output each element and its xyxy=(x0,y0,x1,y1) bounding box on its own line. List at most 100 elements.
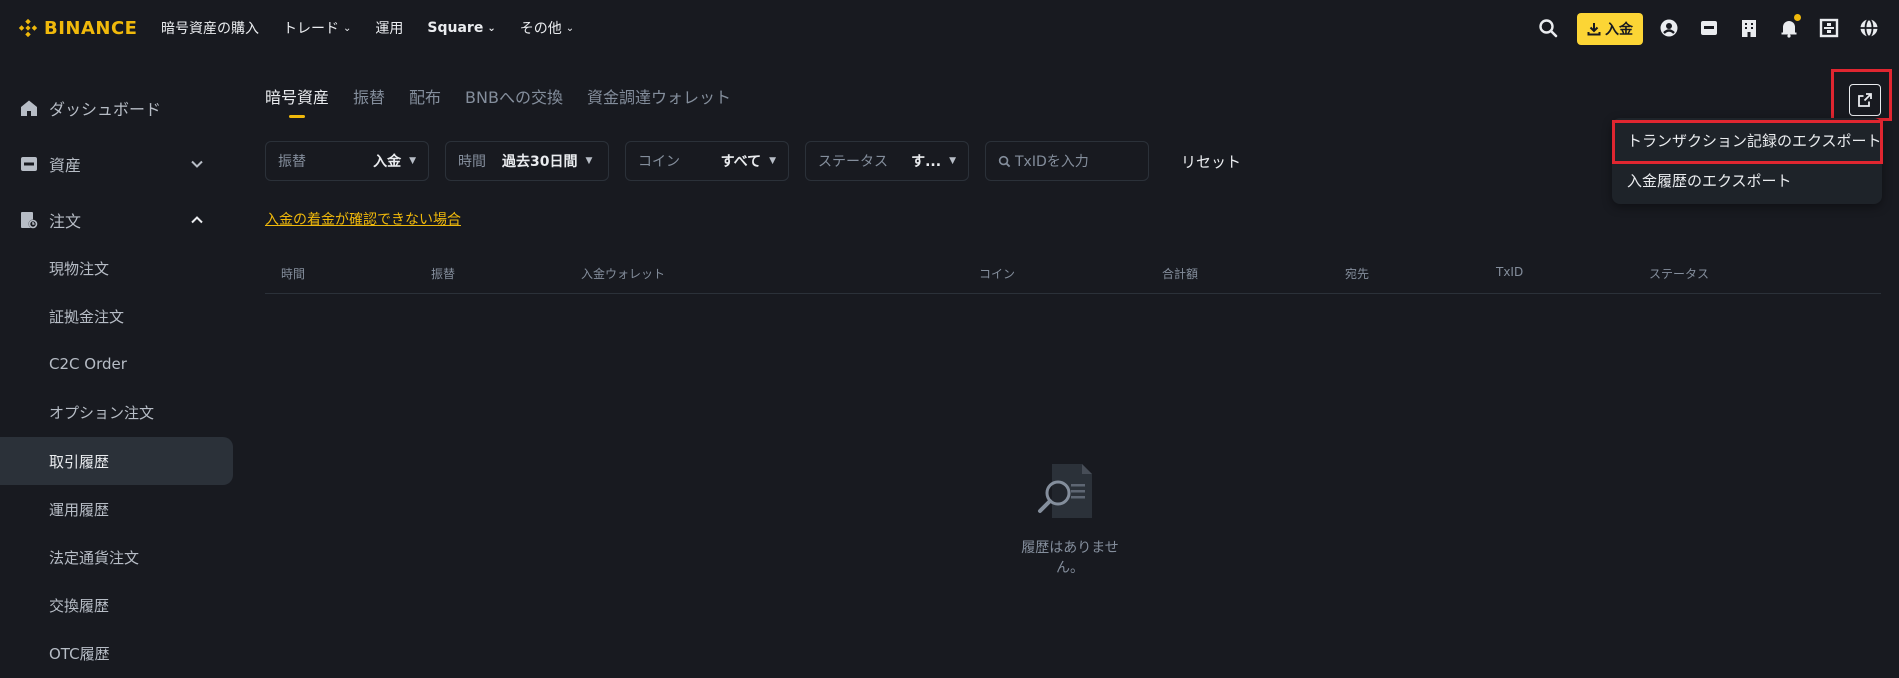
sidebar-item-option-orders[interactable]: オプション注文 xyxy=(0,388,233,436)
filter-label: ステータス xyxy=(818,154,888,170)
nav-buy-crypto[interactable]: 暗号資産の購入 xyxy=(161,18,259,38)
nav-earn[interactable]: 運用 xyxy=(375,18,403,38)
column-header[interactable]: 宛先 xyxy=(1345,265,1369,282)
filter-value: 過去30日間 xyxy=(502,154,578,170)
sidebar-item-label: ダッシュボード xyxy=(49,100,162,119)
bell-icon[interactable] xyxy=(1777,14,1801,40)
sidebar-item-fiat-orders[interactable]: 法定通貨注文 xyxy=(0,533,233,581)
sidebar-item-label: 交換履歴 xyxy=(49,596,110,615)
column-header[interactable]: 振替 xyxy=(431,265,455,282)
tab-transfer[interactable]: 振替 xyxy=(353,84,385,120)
filter-label: 時間 xyxy=(458,154,486,170)
caret-down-icon: ▼ xyxy=(949,156,956,166)
nav-label: 運用 xyxy=(375,21,404,37)
filter-value: すべて xyxy=(720,154,762,170)
deposit-help-link[interactable]: 入金の着金が確認できない場合 xyxy=(265,209,461,229)
sidebar-item-label: 注文 xyxy=(49,212,82,231)
sidebar-item-otc-history[interactable]: OTC履歴 xyxy=(0,629,233,677)
caret-down-icon: ▼ xyxy=(409,156,416,166)
time-filter-select[interactable]: 時間 過去30日間 ▼ xyxy=(445,141,609,181)
chevron-down-icon: ⌄ xyxy=(565,22,575,34)
export-deposit-history-menu-item[interactable]: 入金履歴のエクスポート xyxy=(1627,170,1792,191)
binance-logo-icon xyxy=(18,18,38,38)
sidebar-item-label: 取引履歴 xyxy=(49,452,110,471)
filter-bar: 振替 入金 ▼ 時間 過去30日間 ▼ コイン すべて ▼ ステータス す...… xyxy=(265,141,1241,181)
sidebar-item-label: 資産 xyxy=(49,156,82,175)
deposit-button[interactable]: 入金 xyxy=(1577,13,1643,45)
download-icon xyxy=(1587,23,1601,36)
sidebar-item-margin-orders[interactable]: 証拠金注文 xyxy=(0,292,233,340)
no-records-icon xyxy=(1038,464,1092,518)
table-header: 時間 振替 入金ウォレット コイン 合計額 宛先 TxID ステータス xyxy=(265,252,1881,294)
highlight-export-button xyxy=(1831,69,1892,121)
highlight-export-transactions xyxy=(1612,120,1883,164)
filter-label: 振替 xyxy=(278,154,306,170)
qr-scan-icon[interactable] xyxy=(1817,16,1841,40)
column-header[interactable]: TxID xyxy=(1496,265,1523,279)
sidebar-item-spot-orders[interactable]: 現物注文 xyxy=(0,244,233,292)
notification-dot xyxy=(1794,14,1801,21)
chevron-down-icon xyxy=(191,160,203,168)
chevron-up-icon xyxy=(191,216,203,224)
sidebar-item-assets[interactable]: 資産 xyxy=(0,140,233,188)
empty-state-text: 履歴はありません。 xyxy=(1021,540,1119,576)
sidebar-item-convert-history[interactable]: 交換履歴 xyxy=(0,581,233,629)
reset-button[interactable]: リセット xyxy=(1181,151,1241,172)
column-header[interactable]: ステータス xyxy=(1649,265,1709,282)
tab-bnb-convert[interactable]: BNBへの交換 xyxy=(465,84,563,120)
history-tabs: 暗号資産 振替 配布 BNBへの交換 資金調達ウォレット xyxy=(265,84,755,120)
txid-placeholder: TxIDを入力 xyxy=(1015,154,1089,170)
tab-crypto[interactable]: 暗号資産 xyxy=(265,84,329,120)
chevron-down-icon: ⌄ xyxy=(487,22,496,34)
coin-filter-select[interactable]: コイン すべて ▼ xyxy=(625,141,789,181)
column-header[interactable]: 時間 xyxy=(281,265,305,282)
column-header[interactable]: 合計額 xyxy=(1162,265,1198,282)
main-nav: 暗号資産の購入 トレード ⌄ 運用 Square ⌄ その他 ⌄ xyxy=(161,0,598,56)
caret-down-icon: ▼ xyxy=(585,156,593,166)
nav-trade[interactable]: トレード ⌄ xyxy=(283,18,351,38)
nav-more[interactable]: その他 ⌄ xyxy=(520,18,574,38)
column-header[interactable]: コイン xyxy=(979,265,1015,282)
brand-name: BINANCE xyxy=(44,17,138,39)
nav-label: その他 xyxy=(519,21,562,37)
globe-icon[interactable] xyxy=(1857,16,1881,40)
building-icon[interactable] xyxy=(1737,16,1761,40)
txid-search-input[interactable]: TxIDを入力 xyxy=(985,141,1149,181)
order-icon xyxy=(21,212,38,229)
sidebar-item-label: 現物注文 xyxy=(49,259,110,278)
tab-funding-wallet[interactable]: 資金調達ウォレット xyxy=(587,84,731,120)
search-icon[interactable] xyxy=(1536,16,1560,40)
sidebar-item-c2c-order[interactable]: C2C Order xyxy=(0,340,233,388)
sidebar-item-label: 法定通貨注文 xyxy=(49,548,140,567)
home-icon xyxy=(21,100,37,116)
filter-value: す... xyxy=(911,154,942,170)
sidebar-item-orders[interactable]: 注文 xyxy=(0,196,233,244)
chevron-down-icon: ⌄ xyxy=(343,22,352,34)
deposit-label: 入金 xyxy=(1605,22,1633,38)
wallet-icon[interactable] xyxy=(1697,16,1721,40)
filter-value: 入金 xyxy=(373,154,402,170)
sidebar-item-dashboard[interactable]: ダッシュボード xyxy=(0,84,233,132)
top-nav: BINANCE 暗号資産の購入 トレード ⌄ 運用 Square ⌄ その他 ⌄ xyxy=(0,0,1899,56)
column-header[interactable]: 入金ウォレット xyxy=(581,265,665,282)
sidebar-item-label: C2C Order xyxy=(49,355,127,373)
filter-label: コイン xyxy=(638,154,680,170)
binance-logo[interactable]: BINANCE xyxy=(17,17,137,39)
type-filter-select[interactable]: 振替 入金 ▼ xyxy=(265,141,429,181)
sidebar-item-label: 運用履歴 xyxy=(49,500,110,519)
sidebar-item-label: 証拠金注文 xyxy=(49,307,125,326)
nav-label: トレード xyxy=(283,21,339,37)
nav-square[interactable]: Square ⌄ xyxy=(427,20,495,36)
sidebar-item-trade-history[interactable]: 取引履歴 xyxy=(0,437,233,485)
sidebar-item-label: OTC履歴 xyxy=(49,644,110,663)
nav-label: 暗号資産の購入 xyxy=(161,21,259,37)
search-icon xyxy=(998,155,1011,167)
sidebar-item-earn-history[interactable]: 運用履歴 xyxy=(0,485,233,533)
profile-icon[interactable] xyxy=(1657,16,1681,40)
tab-distribution[interactable]: 配布 xyxy=(409,84,441,120)
sidebar-item-label: オプション注文 xyxy=(49,403,155,422)
nav-label: Square xyxy=(427,20,484,36)
caret-down-icon: ▼ xyxy=(769,156,776,166)
status-filter-select[interactable]: ステータス す... ▼ xyxy=(805,141,969,181)
wallet-icon xyxy=(21,157,37,171)
